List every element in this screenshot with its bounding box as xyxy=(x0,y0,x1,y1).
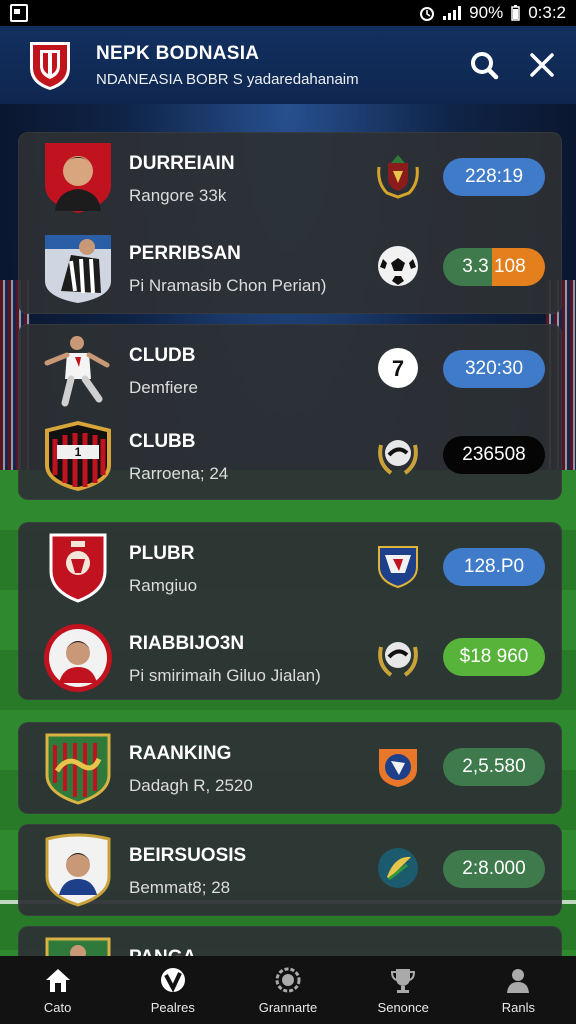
score-pill[interactable]: 320:30 xyxy=(443,350,545,388)
user-icon xyxy=(507,968,530,993)
score-pill[interactable]: 236508 xyxy=(443,436,545,474)
club-crest-logo xyxy=(30,42,70,90)
nav-label: Grannarte xyxy=(258,999,318,1015)
nav-item-pealres[interactable]: Pealres xyxy=(115,956,230,1024)
search-icon xyxy=(471,52,499,80)
red-lion-crest xyxy=(49,533,107,603)
club-name: RIABBIJO3N xyxy=(129,633,245,654)
shield-v-icon xyxy=(160,967,185,992)
shield-player-portrait xyxy=(45,833,111,907)
club-info: Rangore 33k xyxy=(129,186,227,205)
gear-ball-icon xyxy=(275,967,301,992)
bottom-navigation: Cato Pealres Grannarte Senonce Ranls xyxy=(0,956,576,1024)
club-name: CLUBB xyxy=(129,431,196,452)
nav-label: Senonce xyxy=(377,999,429,1015)
red-shield-player-portrait xyxy=(45,143,111,213)
score-pill[interactable]: 2,5.580 xyxy=(443,748,545,786)
nav-item-senonce[interactable]: Senonce xyxy=(346,956,461,1024)
ranking-card: RAANKING Dadagh R, 2520 2,5.580 xyxy=(18,722,562,814)
club-info: Pi Nramasib Chon Perian) xyxy=(129,276,327,295)
ranking-card: PLUBR Ramgiuo 128.P0 RIABBIJO3N Pi smiri… xyxy=(18,522,562,700)
nav-label: Ranls xyxy=(501,999,536,1015)
player-action-photo xyxy=(45,235,111,303)
nav-item-home[interactable]: Cato xyxy=(0,956,115,1024)
club-info: Bemmat8; 28 xyxy=(129,878,231,897)
list-item[interactable]: RIABBIJO3N Pi smirimaih Giluo Jialan) $1… xyxy=(19,613,561,703)
ranking-card: BEIRSUOSIS Bemmat8; 28 2:8.000 xyxy=(18,824,562,916)
nav-item-grannarte[interactable]: Grannarte xyxy=(230,956,345,1024)
club-info: Ramgiuo xyxy=(129,576,198,595)
score-pill[interactable]: 128.P0 xyxy=(443,548,545,586)
home-icon xyxy=(45,968,70,992)
page-title: NEPK BODNASIA xyxy=(96,42,260,64)
club-info: Pi smirimaih Giluo Jialan) xyxy=(129,666,321,685)
score-pill[interactable]: 228:19 xyxy=(443,158,545,196)
blue-shield-badge xyxy=(378,546,418,589)
list-item[interactable]: PERRIBSAN Pi Nramasib Chon Perian) 3.3 1… xyxy=(19,223,561,313)
list-item[interactable]: RAANKING Dadagh R, 2520 2,5.580 xyxy=(19,723,561,813)
signal-icon xyxy=(443,6,462,20)
ranking-card: CLUDB Demfiere 7 320:30 1 CLUBB Rarroena… xyxy=(18,324,562,500)
list-item[interactable]: PLUBR Ramgiuo 128.P0 xyxy=(19,523,561,613)
battery-icon xyxy=(511,5,520,21)
score-pill[interactable]: 3.3 108 xyxy=(443,248,545,286)
club-info: Demfiere xyxy=(129,378,198,397)
clock: 0:3:2 xyxy=(528,3,566,22)
ranking-card: DURREIAIN Rangore 33k 228:19 PERRIBSAN P… xyxy=(18,132,562,314)
list-item[interactable]: BEIRSUOSIS Bemmat8; 28 2:8.000 xyxy=(19,825,561,915)
status-bar: 90% 0:3:2 xyxy=(0,0,576,26)
laurel-ball-badge xyxy=(378,440,418,475)
club-name: PLUBR xyxy=(129,543,195,564)
image-notification-icon xyxy=(10,4,28,22)
list-item[interactable]: DURREIAIN Rangore 33k 228:19 xyxy=(19,133,561,223)
nav-label: Pealres xyxy=(150,999,195,1015)
nav-item-ranls[interactable]: Ranls xyxy=(461,956,576,1024)
alarm-icon xyxy=(420,7,435,21)
club-info: Rarroena; 24 xyxy=(129,464,229,483)
score-pill[interactable]: 2:8.000 xyxy=(443,850,545,888)
app-header: NEPK BODNASIA NDANEASIA BOBR S yadaredah… xyxy=(0,26,576,104)
club-name: RAANKING xyxy=(129,743,232,764)
feather-badge xyxy=(378,848,418,888)
club-name: BEIRSUOSIS xyxy=(129,845,247,866)
close-button[interactable] xyxy=(522,45,562,85)
orange-blue-badge xyxy=(379,749,417,787)
svg-text:7: 7 xyxy=(392,356,404,381)
gold-crest-badge xyxy=(377,155,419,199)
club-name: DURREIAIN xyxy=(129,153,235,174)
battery-level: 90% xyxy=(469,3,504,22)
number-7-badge: 7 xyxy=(378,348,418,388)
green-dragon-crest xyxy=(45,733,111,805)
page-subtitle: NDANEASIA BOBR S yadaredahanaim xyxy=(96,70,359,88)
player-kick-photo xyxy=(44,336,110,407)
nav-label: Cato xyxy=(43,999,72,1015)
soccer-ball-icon xyxy=(378,246,418,286)
svg-text:1: 1 xyxy=(75,445,82,459)
close-icon xyxy=(530,53,554,77)
search-button[interactable] xyxy=(464,45,504,85)
trophy-icon xyxy=(391,968,416,993)
club-info: Dadagh R, 2520 xyxy=(129,776,253,795)
score-pill[interactable]: $18 960 xyxy=(443,638,545,676)
circle-player-portrait xyxy=(44,624,112,692)
striped-club-crest: 1 xyxy=(45,421,111,491)
list-item[interactable]: CLUDB Demfiere 7 320:30 xyxy=(19,325,561,411)
club-name: PERRIBSAN xyxy=(129,243,241,264)
laurel-ball-badge xyxy=(378,642,418,677)
list-item[interactable]: 1 CLUBB Rarroena; 24 236508 xyxy=(19,411,561,499)
club-name: CLUDB xyxy=(129,345,196,366)
